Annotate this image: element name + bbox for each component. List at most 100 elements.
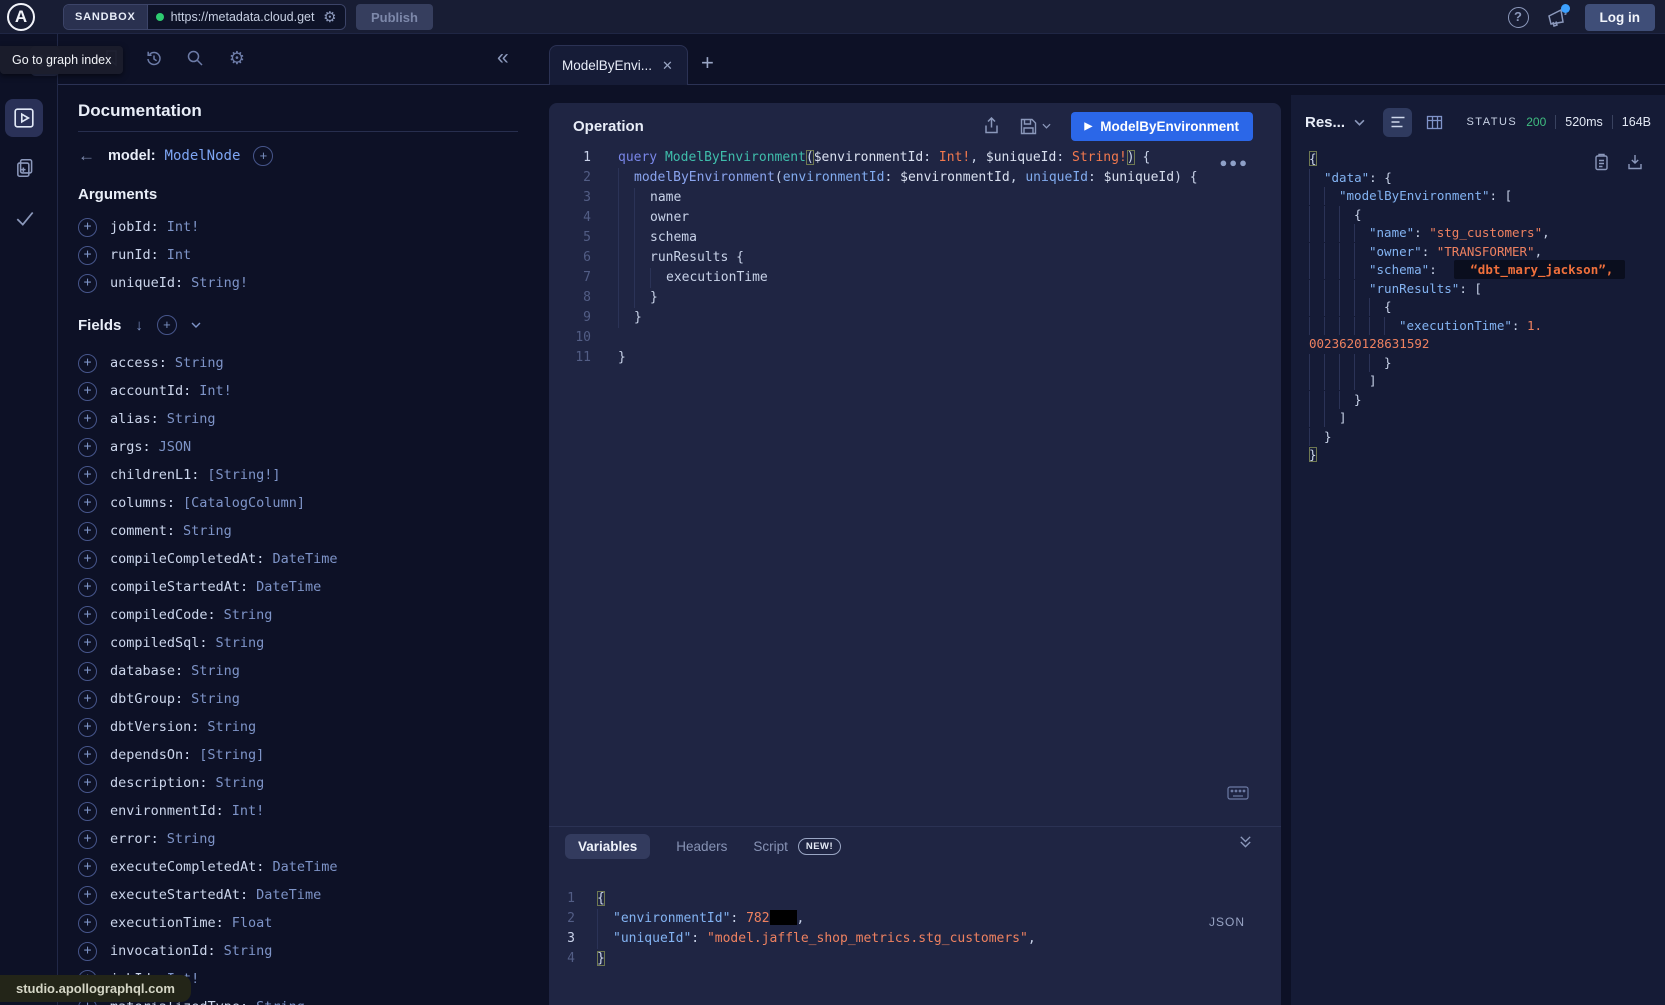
add-field-icon[interactable]: + xyxy=(78,218,97,237)
field-type[interactable]: String xyxy=(191,691,240,707)
field-type[interactable]: String xyxy=(256,999,305,1005)
add-field-icon[interactable]: + xyxy=(78,382,97,401)
field-name[interactable]: dependsOn: xyxy=(110,747,191,763)
tab-script[interactable]: Script xyxy=(753,839,788,854)
sort-fields-icon[interactable]: ↓ xyxy=(135,317,143,334)
add-field-icon[interactable]: + xyxy=(78,466,97,485)
tree-view-toggle[interactable] xyxy=(1383,108,1412,137)
add-field-icon[interactable]: + xyxy=(78,522,97,541)
field-name[interactable]: environmentId: xyxy=(110,803,224,819)
field-name[interactable]: compileCompletedAt: xyxy=(110,551,264,567)
field-name[interactable]: error: xyxy=(110,831,159,847)
field-type[interactable]: JSON xyxy=(159,439,192,455)
field-name[interactable]: compiledCode: xyxy=(110,607,216,623)
login-button[interactable]: Log in xyxy=(1585,4,1656,31)
add-field-icon[interactable]: + xyxy=(78,410,97,429)
add-field-icon[interactable]: + xyxy=(78,858,97,877)
add-field-icon[interactable]: + xyxy=(78,274,97,293)
tab-headers[interactable]: Headers xyxy=(676,839,727,854)
field-type[interactable]: Int! xyxy=(232,803,265,819)
settings-button[interactable]: ⚙ xyxy=(226,47,248,69)
add-field-icon[interactable]: + xyxy=(78,606,97,625)
close-tab-icon[interactable]: ✕ xyxy=(662,58,673,74)
breadcrumb-type-link[interactable]: ModelNode xyxy=(165,148,241,164)
collapse-panel-button[interactable] xyxy=(1238,834,1253,849)
announcements-icon[interactable] xyxy=(1546,7,1568,27)
field-type[interactable]: String xyxy=(175,355,224,371)
copy-response-icon[interactable] xyxy=(1594,153,1609,171)
back-arrow-icon[interactable]: ← xyxy=(78,146,95,166)
field-type[interactable]: DateTime xyxy=(256,579,321,595)
add-field-icon[interactable]: + xyxy=(78,662,97,681)
add-field-icon[interactable]: + xyxy=(78,830,97,849)
field-type[interactable]: [String!] xyxy=(207,467,280,483)
endpoint-url[interactable]: https://metadata.cloud.get xyxy=(171,10,317,24)
field-name[interactable]: access: xyxy=(110,355,167,371)
field-name[interactable]: invocationId: xyxy=(110,943,216,959)
field-type[interactable]: Float xyxy=(232,915,273,931)
add-field-icon[interactable]: + xyxy=(78,246,97,265)
field-type[interactable]: String xyxy=(167,411,216,427)
save-chevron-icon[interactable] xyxy=(1042,123,1051,129)
table-view-toggle[interactable] xyxy=(1420,108,1449,137)
add-field-icon[interactable]: + xyxy=(78,354,97,373)
explorer-nav-button[interactable] xyxy=(5,99,43,137)
add-field-icon[interactable]: + xyxy=(78,942,97,961)
add-field-icon[interactable]: + xyxy=(78,746,97,765)
keyboard-shortcuts-icon[interactable] xyxy=(1227,786,1249,800)
field-type[interactable]: [String] xyxy=(199,747,264,763)
endpoint-url-field[interactable]: https://metadata.cloud.get ⚙ xyxy=(148,5,345,29)
field-type[interactable]: DateTime xyxy=(272,859,337,875)
add-field-icon[interactable]: + xyxy=(78,438,97,457)
history-button[interactable] xyxy=(142,47,164,69)
field-type[interactable]: String xyxy=(216,635,265,651)
field-name[interactable]: description: xyxy=(110,775,208,791)
response-body[interactable]: {"data": {"modelByEnvironment": [{"name"… xyxy=(1309,150,1654,465)
run-operation-button[interactable]: ▶ ModelByEnvironment xyxy=(1071,112,1253,141)
field-name[interactable]: alias: xyxy=(110,411,159,427)
apollo-logo[interactable]: A xyxy=(7,3,35,31)
field-type[interactable]: String xyxy=(167,831,216,847)
field-type[interactable]: DateTime xyxy=(256,887,321,903)
field-type[interactable]: String xyxy=(191,663,240,679)
add-field-icon[interactable]: + xyxy=(78,802,97,821)
variables-editor[interactable]: 1{2"environmentId": 782,3"uniqueId": "mo… xyxy=(553,889,1253,969)
add-field-icon[interactable]: + xyxy=(78,550,97,569)
field-type[interactable]: String xyxy=(207,719,256,735)
new-tab-button[interactable]: + xyxy=(701,50,714,76)
field-name[interactable]: comment: xyxy=(110,523,175,539)
field-type[interactable]: Int xyxy=(167,247,191,263)
add-field-icon[interactable]: + xyxy=(78,886,97,905)
search-button[interactable] xyxy=(184,47,206,69)
field-name[interactable]: accountId: xyxy=(110,383,191,399)
add-model-icon[interactable]: + xyxy=(253,146,273,166)
save-operation-button[interactable] xyxy=(1020,118,1051,135)
field-type[interactable]: String! xyxy=(191,275,248,291)
field-type[interactable]: DateTime xyxy=(272,551,337,567)
schema-nav-button[interactable] xyxy=(13,156,37,180)
field-name[interactable]: args: xyxy=(110,439,151,455)
publish-button[interactable]: Publish xyxy=(356,4,433,30)
field-type[interactable]: String xyxy=(183,523,232,539)
response-chevron-icon[interactable] xyxy=(1354,119,1365,126)
endpoint-settings-icon[interactable]: ⚙ xyxy=(323,8,336,26)
operation-tab[interactable]: ModelByEnvi... ✕ xyxy=(549,45,688,85)
field-name[interactable]: jobId: xyxy=(110,219,159,235)
field-name[interactable]: executionTime: xyxy=(110,915,224,931)
field-name[interactable]: columns: xyxy=(110,495,175,511)
field-name[interactable]: childrenL1: xyxy=(110,467,199,483)
share-operation-icon[interactable] xyxy=(983,117,1000,135)
field-type[interactable]: String xyxy=(216,775,265,791)
field-name[interactable]: database: xyxy=(110,663,183,679)
field-name[interactable]: executeCompletedAt: xyxy=(110,859,264,875)
add-field-icon[interactable]: + xyxy=(78,914,97,933)
editor-menu-icon[interactable]: ●●● xyxy=(1219,155,1249,170)
field-type[interactable]: String xyxy=(224,943,273,959)
field-name[interactable]: runId: xyxy=(110,247,159,263)
download-response-icon[interactable] xyxy=(1627,153,1643,171)
field-name[interactable]: compiledSql: xyxy=(110,635,208,651)
add-all-fields-icon[interactable]: + xyxy=(157,315,177,335)
field-type[interactable]: Int! xyxy=(199,383,232,399)
add-field-icon[interactable]: + xyxy=(78,774,97,793)
collapse-docs-button[interactable]: « xyxy=(497,46,509,70)
